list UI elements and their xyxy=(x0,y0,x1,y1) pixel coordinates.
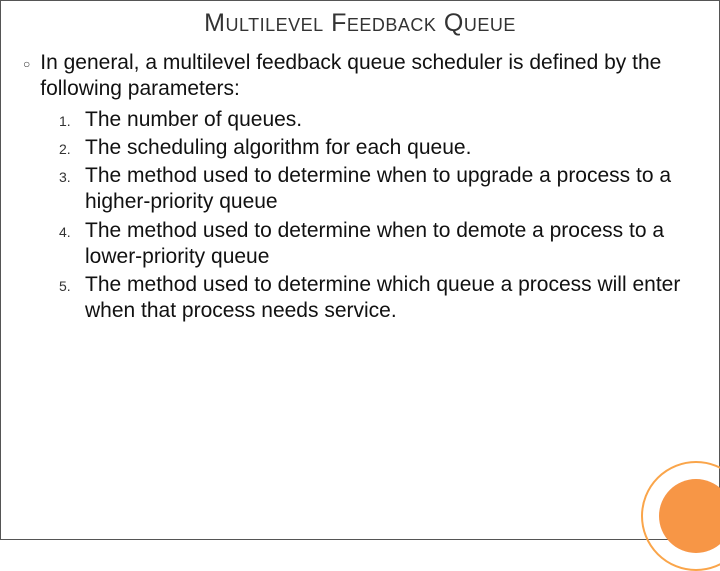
intro-text: In general, a multilevel feedback queue … xyxy=(40,50,699,103)
list-item: 2. The scheduling algorithm for each que… xyxy=(59,135,699,161)
item-number: 2. xyxy=(59,135,85,159)
list-item: 5. The method used to determine which qu… xyxy=(59,272,699,325)
item-text: The scheduling algorithm for each queue. xyxy=(85,135,699,161)
slide-content: ○ In general, a multilevel feedback queu… xyxy=(1,44,719,325)
item-number: 1. xyxy=(59,107,85,131)
slide: Multilevel Feedback Queue ○ In general, … xyxy=(0,0,720,540)
item-text: The method used to determine when to upg… xyxy=(85,163,699,216)
item-text: The method used to determine when to dem… xyxy=(85,218,699,271)
bullet-icon: ○ xyxy=(23,50,30,78)
slide-title: Multilevel Feedback Queue xyxy=(1,1,719,44)
list-item: 3. The method used to determine when to … xyxy=(59,163,699,216)
list-item: 4. The method used to determine when to … xyxy=(59,218,699,271)
intro-block: ○ In general, a multilevel feedback queu… xyxy=(21,50,699,103)
item-text: The number of queues. xyxy=(85,107,699,133)
item-number: 4. xyxy=(59,218,85,242)
parameter-list: 1. The number of queues. 2. The scheduli… xyxy=(59,107,699,325)
item-number: 3. xyxy=(59,163,85,187)
item-number: 5. xyxy=(59,272,85,296)
item-text: The method used to determine which queue… xyxy=(85,272,699,325)
list-item: 1. The number of queues. xyxy=(59,107,699,133)
corner-decoration xyxy=(641,461,720,571)
